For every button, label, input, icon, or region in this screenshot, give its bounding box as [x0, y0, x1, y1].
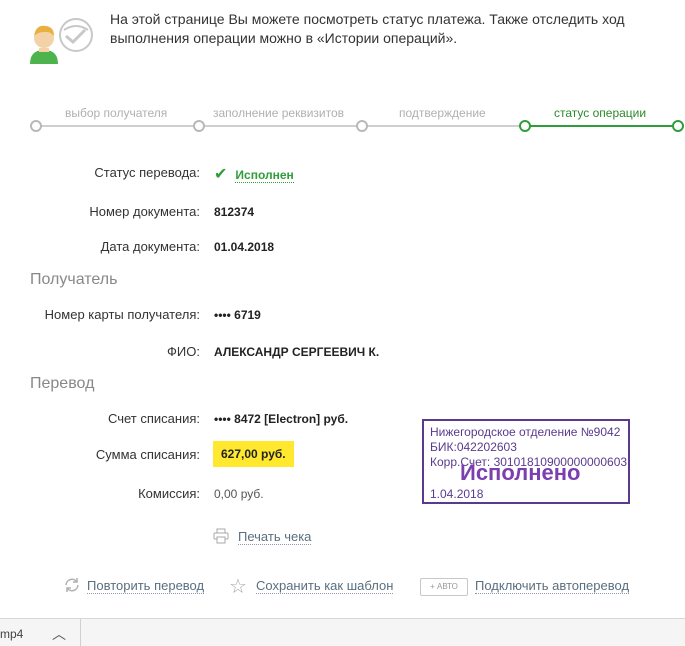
step-dot	[30, 120, 42, 132]
step-line	[201, 125, 356, 127]
step-fill-details: заполнение реквизитов	[213, 106, 345, 120]
checkmark-icon: ✔	[214, 166, 228, 183]
step-operation-status: статус операции	[554, 106, 647, 120]
step-line	[364, 125, 519, 127]
recipient-section-title: Получатель	[30, 271, 118, 288]
progress-stepper: выбор получателя заполнение реквизитов п…	[0, 100, 685, 140]
step-dot-end	[672, 120, 684, 132]
amount-label: Сумма списания:	[95, 447, 200, 462]
stamp-date: 1.04.2018	[430, 487, 484, 501]
stamp-bik: БИК:042202603	[430, 440, 517, 454]
save-template-link[interactable]: Сохранить как шаблон	[256, 578, 394, 594]
print-receipt-link[interactable]: Печать чека	[238, 529, 312, 545]
step-dot	[356, 120, 368, 132]
intro-text: На этой странице Вы можете посмотреть ст…	[110, 11, 625, 46]
auto-badge-icon: + АВТО	[420, 578, 468, 596]
status-label: Статус перевода:	[94, 165, 200, 180]
step-dot-active	[519, 120, 531, 132]
doc-number-label: Номер документа:	[89, 204, 200, 219]
fio-label: ФИО:	[167, 344, 200, 359]
status-text: Исполнен	[235, 168, 294, 183]
download-file-name[interactable]: mp4	[0, 627, 23, 641]
amount-value: 627,00 руб.	[213, 441, 294, 467]
step-line	[38, 125, 193, 127]
doc-date-value: 01.04.2018	[214, 240, 275, 254]
auto-transfer-link[interactable]: Подключить автоперевод	[475, 578, 630, 594]
card-number-label: Номер карты получателя:	[44, 307, 200, 322]
chevron-up-icon[interactable]: ︿	[52, 624, 66, 644]
step-line-active	[527, 125, 674, 127]
account-label: Счет списания:	[107, 411, 200, 426]
status-value: ✔ Исполнен	[214, 164, 294, 184]
card-number-value: •••• 6719	[214, 308, 261, 322]
fee-value: 0,00 руб.	[214, 487, 264, 501]
transfer-section-title: Перевод	[30, 375, 95, 392]
step-confirm: подтверждение	[399, 106, 486, 120]
download-bar-divider	[80, 619, 81, 646]
star-icon: ☆	[229, 576, 247, 598]
repeat-transfer-link[interactable]: Повторить перевод	[87, 578, 205, 594]
doc-date-label: Дата документа:	[100, 239, 200, 254]
stamp-status: Исполнено	[460, 460, 581, 485]
download-bar: mp4 ︿	[0, 618, 685, 646]
doc-number-value: 812374	[214, 205, 255, 219]
bank-stamp: Нижегородское отделение №9042 БИК:042202…	[422, 419, 630, 504]
stamp-branch: Нижегородское отделение №9042	[430, 425, 621, 439]
printer-icon	[213, 528, 229, 549]
fio-value: АЛЕКСАНДР СЕРГЕЕВИЧ К.	[214, 345, 380, 359]
fee-label: Комиссия:	[138, 486, 200, 501]
user-sberbank-icon	[28, 16, 96, 66]
step-choose-recipient: выбор получателя	[65, 106, 168, 120]
repeat-icon	[63, 576, 81, 599]
step-dot	[193, 120, 205, 132]
account-value: •••• 8472 [Electron] руб.	[214, 412, 349, 426]
